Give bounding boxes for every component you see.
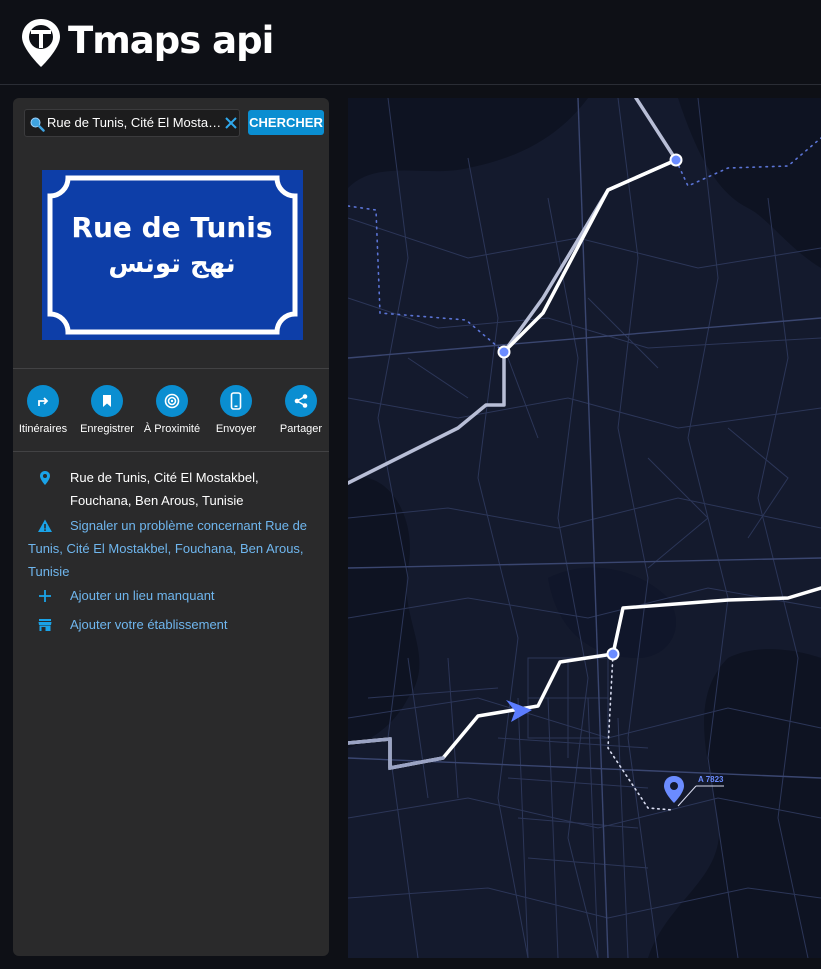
divider: [13, 451, 329, 452]
search-bar: Rue de Tunis, Cité El Mostak... CHERCHER: [24, 109, 324, 137]
send-button[interactable]: Envoyer: [204, 385, 268, 435]
action-bar: Itinéraires Enregistrer À Proximité Envo…: [13, 385, 329, 435]
close-icon[interactable]: [224, 116, 238, 130]
waypoint-marker[interactable]: [497, 345, 511, 359]
share-icon: [294, 394, 308, 408]
map-canvas[interactable]: A 7823: [348, 98, 821, 958]
waypoint-marker[interactable]: [669, 153, 683, 167]
sign-title-ar: نهج تونس: [108, 249, 235, 279]
search-icon: [30, 117, 45, 132]
address-text: Rue de Tunis, Cité El Mostakbel, Fouchan…: [70, 470, 259, 508]
waypoint-marker[interactable]: [606, 647, 620, 661]
share-button[interactable]: Partager: [269, 385, 329, 435]
action-label: Partager: [279, 423, 323, 435]
divider: [13, 368, 329, 369]
search-box[interactable]: Rue de Tunis, Cité El Mostak...: [24, 109, 240, 137]
directions-icon: [38, 397, 49, 406]
add-business-link[interactable]: Ajouter votre établissement: [70, 613, 320, 636]
directions-button[interactable]: Itinéraires: [13, 385, 75, 435]
action-label: À Proximité: [143, 423, 201, 435]
action-label: Itinéraires: [18, 423, 68, 435]
plus-icon: [39, 590, 51, 602]
brand-name: Tmaps api: [68, 18, 274, 62]
street-sign-image: Rue de Tunis نهج تونس: [42, 170, 303, 340]
bookmark-icon: [103, 395, 111, 407]
save-button[interactable]: Enregistrer: [75, 385, 139, 435]
phone-icon: [230, 392, 242, 410]
storefront-icon: [38, 619, 52, 631]
map-view[interactable]: A 7823: [348, 98, 821, 958]
brand-logo[interactable]: Tmaps api: [20, 16, 274, 70]
action-label: Envoyer: [215, 423, 257, 435]
destination-label: A 7823: [698, 775, 724, 784]
nearby-button[interactable]: À Proximité: [140, 385, 204, 435]
action-label: Enregistrer: [80, 423, 134, 435]
app-header: Tmaps api: [0, 0, 821, 85]
add-missing-place-link[interactable]: Ajouter un lieu manquant: [70, 584, 320, 607]
search-input[interactable]: Rue de Tunis, Cité El Mostak...: [47, 110, 225, 136]
nearby-icon: [164, 393, 180, 409]
search-button[interactable]: CHERCHER: [248, 110, 324, 135]
sidebar-panel: Rue de Tunis, Cité El Mostak... CHERCHER…: [13, 98, 329, 956]
report-problem-link[interactable]: Signaler un problème concernant Rue de T…: [28, 514, 320, 583]
sign-title-fr: Rue de Tunis: [71, 211, 272, 244]
location-pin-icon: [40, 471, 50, 485]
street-sign-graphic: Rue de Tunis نهج تونس: [42, 170, 303, 340]
tmaps-logo-icon: [22, 19, 60, 67]
